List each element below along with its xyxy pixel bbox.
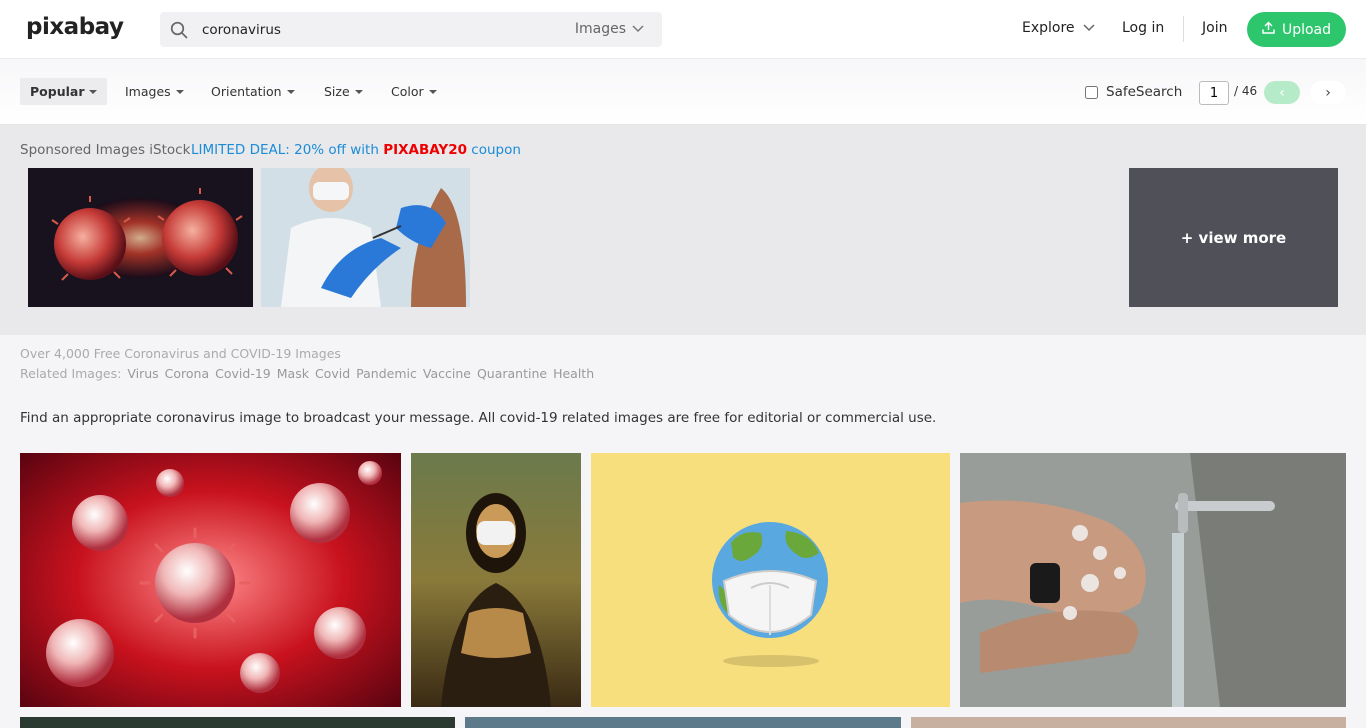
- filter-size[interactable]: Size: [314, 78, 373, 105]
- related-tag[interactable]: Covid-19: [215, 366, 271, 381]
- related-tag[interactable]: Covid: [315, 366, 350, 381]
- related-tag[interactable]: Mask: [277, 366, 309, 381]
- gallery-image-virus[interactable]: [20, 453, 401, 707]
- search-bar[interactable]: Images: [160, 12, 662, 47]
- view-more-button[interactable]: + view more: [1129, 168, 1338, 307]
- related-tag[interactable]: Virus: [127, 366, 158, 381]
- gallery-image-row2-2[interactable]: [465, 717, 901, 728]
- related-tag[interactable]: Corona: [165, 366, 209, 381]
- caret-down-icon: [428, 89, 437, 94]
- filter-size-label: Size: [324, 84, 350, 99]
- deal-prefix: LIMITED DEAL: 20% off with: [191, 142, 384, 158]
- safesearch-checkbox[interactable]: [1085, 85, 1098, 99]
- deal-suffix: coupon: [467, 142, 521, 158]
- filter-popular-label: Popular: [30, 84, 85, 99]
- page-description: Find an appropriate coronavirus image to…: [20, 410, 937, 426]
- filter-orientation-label: Orientation: [211, 84, 282, 99]
- coupon-code: PIXABAY20: [383, 142, 467, 158]
- deal-link[interactable]: LIMITED DEAL: 20% off with PIXABAY20 cou…: [191, 142, 521, 158]
- upload-label: Upload: [1281, 21, 1332, 38]
- sponsored-section: Sponsored Images iStock LIMITED DEAL: 20…: [0, 125, 1366, 335]
- explore-menu[interactable]: Explore: [1022, 20, 1095, 36]
- next-page-button[interactable]: ›: [1310, 81, 1346, 104]
- filter-images-label: Images: [125, 84, 171, 99]
- related-tag[interactable]: Quarantine: [477, 366, 547, 381]
- caret-down-icon: [354, 89, 363, 94]
- login-link[interactable]: Log in: [1122, 20, 1164, 36]
- explore-label: Explore: [1022, 20, 1075, 36]
- search-input[interactable]: [202, 12, 562, 47]
- filter-popular[interactable]: Popular: [20, 78, 108, 105]
- join-link[interactable]: Join: [1202, 20, 1227, 36]
- gallery-image-globe-mask[interactable]: [591, 453, 950, 707]
- page-number-input[interactable]: [1199, 81, 1229, 105]
- results-title: Over 4,000 Free Coronavirus and COVID-19…: [20, 346, 341, 361]
- caret-down-icon: [286, 89, 295, 94]
- safesearch-label: SafeSearch: [1106, 84, 1183, 100]
- caret-down-icon: [175, 89, 184, 94]
- sponsored-image-virus[interactable]: [28, 168, 253, 307]
- nav-divider: [1183, 16, 1184, 42]
- pixabay-logo[interactable]: pixabay: [26, 14, 124, 40]
- related-label: Related Images:: [20, 366, 122, 381]
- filter-color[interactable]: Color: [381, 78, 447, 105]
- sponsored-image-vaccine[interactable]: [261, 168, 470, 307]
- search-type-select[interactable]: Images: [575, 21, 644, 37]
- filter-orientation[interactable]: Orientation: [201, 78, 305, 105]
- prev-page-button[interactable]: ‹: [1264, 81, 1300, 104]
- gallery-image-handwashing[interactable]: [960, 453, 1346, 707]
- upload-button[interactable]: Upload: [1247, 12, 1346, 47]
- search-icon: [170, 21, 188, 39]
- filter-bar: Popular Images Orientation Size Color Sa…: [0, 59, 1366, 125]
- upload-icon: [1262, 21, 1275, 38]
- gallery-image-mona-lisa[interactable]: [411, 453, 581, 707]
- filter-color-label: Color: [391, 84, 424, 99]
- chevron-down-icon: [1083, 20, 1095, 36]
- safesearch-toggle[interactable]: SafeSearch: [1085, 84, 1182, 100]
- gallery-image-row2-3[interactable]: [911, 717, 1346, 728]
- related-tag[interactable]: Health: [553, 366, 594, 381]
- search-type-label: Images: [574, 21, 626, 37]
- chevron-down-icon: [632, 25, 644, 33]
- related-images: Related Images: Virus Corona Covid-19 Ma…: [20, 366, 594, 381]
- gallery-image-row2-1[interactable]: [20, 717, 455, 728]
- top-header: pixabay Images Explore Log in Join Uploa…: [0, 0, 1366, 59]
- caret-down-icon: [89, 89, 98, 94]
- related-tag[interactable]: Vaccine: [423, 366, 471, 381]
- sponsored-label: Sponsored Images iStock: [20, 142, 191, 158]
- related-tag[interactable]: Pandemic: [356, 366, 417, 381]
- filter-images[interactable]: Images: [115, 78, 194, 105]
- page-total: / 46: [1234, 84, 1258, 98]
